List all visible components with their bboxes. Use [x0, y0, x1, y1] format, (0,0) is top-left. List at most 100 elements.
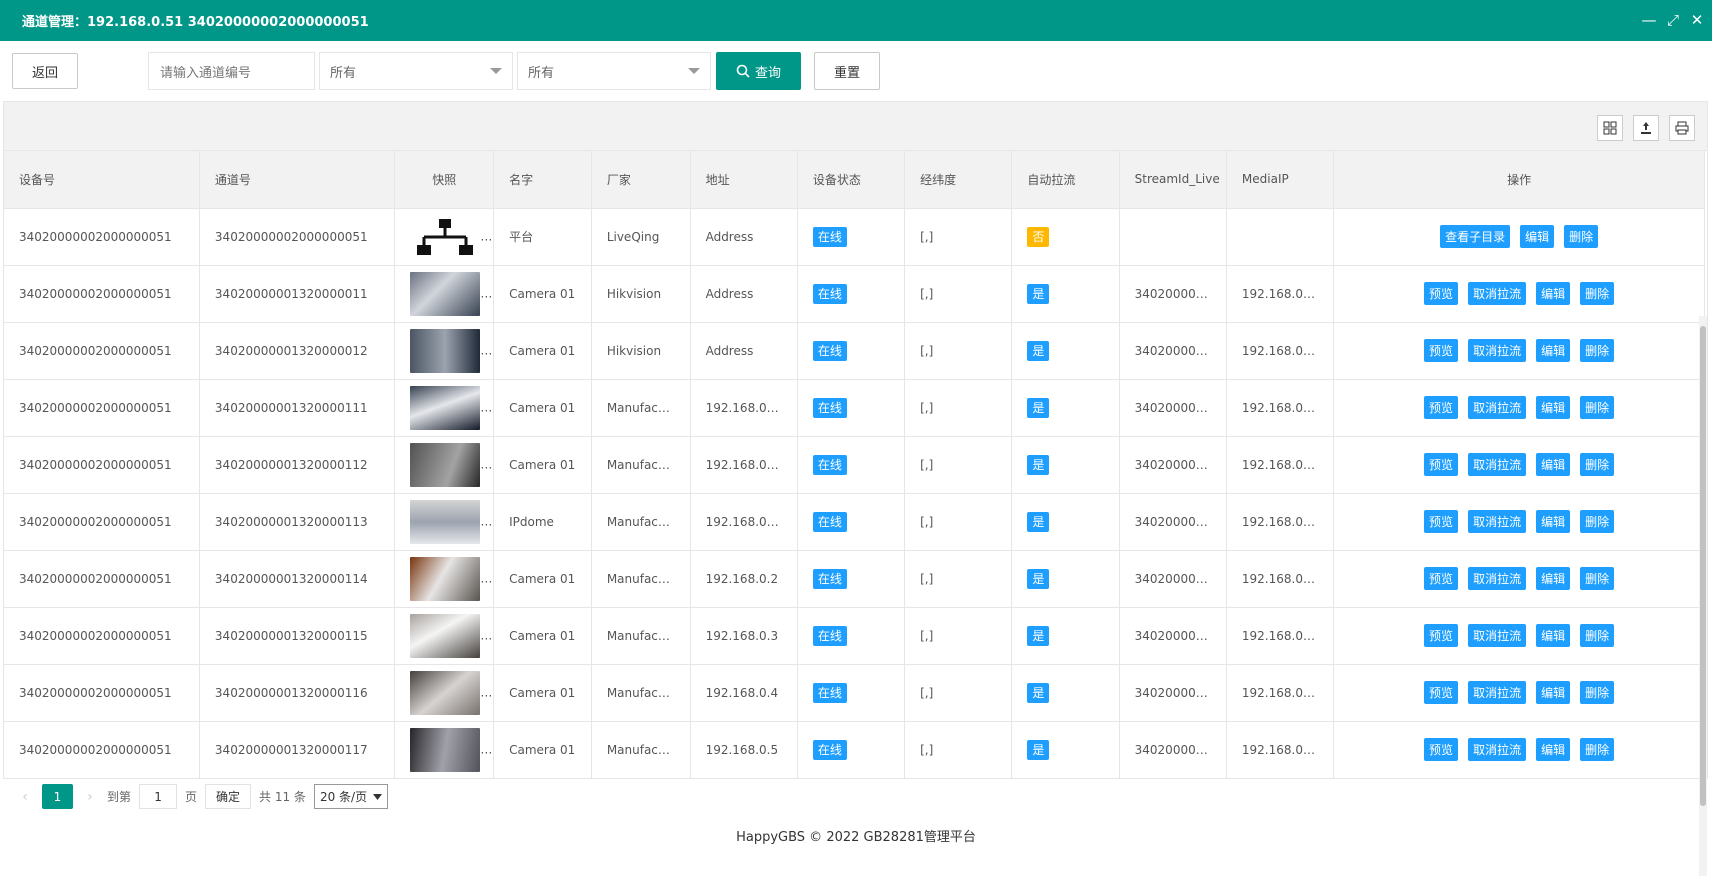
- row-action-button[interactable]: 取消拉流: [1468, 453, 1527, 476]
- row-action-button[interactable]: 删除: [1580, 396, 1615, 419]
- row-action-button[interactable]: 取消拉流: [1468, 396, 1527, 419]
- snapshot-cell: [394, 607, 495, 665]
- row-action-button[interactable]: 删除: [1580, 339, 1615, 362]
- device-id-cell: 34020000002000000051: [4, 493, 200, 551]
- columns-filter-icon[interactable]: [1597, 115, 1623, 141]
- column-header[interactable]: 厂家: [591, 151, 691, 209]
- column-header[interactable]: StreamId_Live: [1119, 151, 1227, 209]
- export-icon[interactable]: [1633, 115, 1659, 141]
- column-header[interactable]: 名字: [493, 151, 592, 209]
- row-action-button[interactable]: 编辑: [1536, 453, 1571, 476]
- row-action-button[interactable]: 编辑: [1536, 339, 1571, 362]
- row-action-button[interactable]: 编辑: [1536, 282, 1571, 305]
- row-action-button[interactable]: 删除: [1580, 453, 1615, 476]
- row-action-button[interactable]: 取消拉流: [1468, 624, 1527, 647]
- print-icon[interactable]: [1669, 115, 1695, 141]
- row-action-button[interactable]: 删除: [1580, 681, 1615, 704]
- table-row[interactable]: 34020000002000000051 34020000001320000012…: [4, 322, 1705, 380]
- column-header[interactable]: 经纬度: [904, 151, 1013, 209]
- close-icon[interactable]: ✕: [1690, 11, 1704, 29]
- row-action-button[interactable]: 编辑: [1536, 681, 1571, 704]
- camera-snapshot-thumbnail[interactable]: [410, 670, 481, 715]
- goto-confirm-button[interactable]: 确定: [205, 784, 252, 809]
- table-row[interactable]: 34020000002000000051 34020000001320000111…: [4, 379, 1705, 437]
- column-header[interactable]: 设备状态: [797, 151, 906, 209]
- camera-snapshot-thumbnail[interactable]: [410, 556, 481, 601]
- camera-snapshot-thumbnail[interactable]: [410, 499, 481, 544]
- goto-page-input[interactable]: 1: [139, 784, 178, 809]
- row-action-button[interactable]: 预览: [1424, 567, 1459, 590]
- row-action-button[interactable]: 预览: [1424, 453, 1459, 476]
- row-action-button[interactable]: 编辑: [1536, 624, 1571, 647]
- row-action-button[interactable]: 删除: [1564, 225, 1599, 248]
- camera-snapshot-thumbnail[interactable]: [410, 271, 481, 316]
- device-id-cell: 34020000002000000051: [4, 607, 200, 665]
- maximize-icon[interactable]: ⤢: [1666, 11, 1680, 29]
- row-action-button[interactable]: 预览: [1424, 396, 1459, 419]
- column-header[interactable]: MediaIP: [1226, 151, 1335, 209]
- row-action-button[interactable]: 取消拉流: [1468, 510, 1527, 533]
- current-page-button[interactable]: 1: [42, 784, 73, 809]
- row-action-button[interactable]: 删除: [1580, 282, 1615, 305]
- stream-id-cell: 3402000000…: [1119, 322, 1227, 380]
- row-action-button[interactable]: 取消拉流: [1468, 339, 1527, 362]
- scrollbar-thumb[interactable]: [1700, 326, 1706, 806]
- stream-id-cell: 3402000000…: [1119, 265, 1227, 323]
- column-header[interactable]: 地址: [690, 151, 798, 209]
- row-action-button[interactable]: 删除: [1580, 510, 1615, 533]
- table-row[interactable]: 34020000002000000051 34020000001320000115…: [4, 607, 1705, 665]
- row-action-button[interactable]: 取消拉流: [1468, 567, 1527, 590]
- row-action-button[interactable]: 编辑: [1536, 738, 1571, 761]
- camera-snapshot-thumbnail[interactable]: [410, 442, 481, 487]
- row-action-button[interactable]: 预览: [1424, 510, 1459, 533]
- table-scrollbar[interactable]: [1699, 316, 1707, 876]
- column-header[interactable]: 操作: [1333, 151, 1705, 209]
- camera-snapshot-thumbnail[interactable]: [410, 727, 481, 772]
- channel-search-input[interactable]: 请输入通道编号: [148, 52, 315, 90]
- filter-select-2-value: 所有: [528, 65, 555, 81]
- row-action-button[interactable]: 编辑: [1536, 567, 1571, 590]
- row-action-button[interactable]: 预览: [1424, 282, 1459, 305]
- column-header[interactable]: 快照: [394, 151, 495, 209]
- column-header[interactable]: 设备号: [4, 151, 200, 209]
- row-action-button[interactable]: 删除: [1580, 624, 1615, 647]
- table-row[interactable]: 34020000002000000051 34020000002000000051…: [4, 208, 1705, 266]
- address-cell: 192.168.0.3: [690, 607, 798, 665]
- row-action-button[interactable]: 查看子目录: [1440, 225, 1511, 248]
- next-page-icon[interactable]: ›: [81, 789, 99, 805]
- camera-snapshot-thumbnail[interactable]: [410, 328, 481, 373]
- row-action-button[interactable]: 预览: [1424, 624, 1459, 647]
- table-row[interactable]: 34020000002000000051 34020000001320000011…: [4, 265, 1705, 323]
- row-action-button[interactable]: 取消拉流: [1468, 681, 1527, 704]
- row-action-button[interactable]: 取消拉流: [1468, 738, 1527, 761]
- camera-snapshot-thumbnail[interactable]: [410, 385, 481, 430]
- row-action-button[interactable]: 编辑: [1520, 225, 1555, 248]
- filter-select-1[interactable]: 所有: [319, 52, 513, 90]
- minimize-icon[interactable]: —: [1642, 11, 1657, 29]
- page-size-select[interactable]: 20 条/页: [313, 784, 388, 809]
- query-button[interactable]: 查询: [716, 52, 801, 90]
- camera-snapshot-thumbnail[interactable]: [410, 613, 481, 658]
- status-cell: 在线: [797, 322, 906, 380]
- table-row[interactable]: 34020000002000000051 34020000001320000116…: [4, 664, 1705, 722]
- auto-stream-badge: 是: [1027, 626, 1050, 646]
- table-row[interactable]: 34020000002000000051 34020000001320000114…: [4, 550, 1705, 608]
- row-action-button[interactable]: 预览: [1424, 681, 1459, 704]
- row-action-button[interactable]: 取消拉流: [1468, 282, 1527, 305]
- column-header[interactable]: 通道号: [199, 151, 396, 209]
- table-row[interactable]: 34020000002000000051 34020000001320000113…: [4, 493, 1705, 551]
- row-action-button[interactable]: 预览: [1424, 738, 1459, 761]
- row-action-button[interactable]: 删除: [1580, 738, 1615, 761]
- row-action-button[interactable]: 编辑: [1536, 510, 1571, 533]
- query-label: 查询: [754, 65, 781, 81]
- filter-select-2[interactable]: 所有: [517, 52, 711, 90]
- row-action-button[interactable]: 预览: [1424, 339, 1459, 362]
- back-button[interactable]: 返回: [12, 53, 78, 89]
- table-row[interactable]: 34020000002000000051 34020000001320000117…: [4, 721, 1705, 779]
- prev-page-icon[interactable]: ‹: [16, 789, 34, 805]
- table-row[interactable]: 34020000002000000051 34020000001320000112…: [4, 436, 1705, 494]
- column-header[interactable]: 自动拉流: [1011, 151, 1120, 209]
- row-action-button[interactable]: 编辑: [1536, 396, 1571, 419]
- reset-button[interactable]: 重置: [814, 52, 880, 90]
- row-action-button[interactable]: 删除: [1580, 567, 1615, 590]
